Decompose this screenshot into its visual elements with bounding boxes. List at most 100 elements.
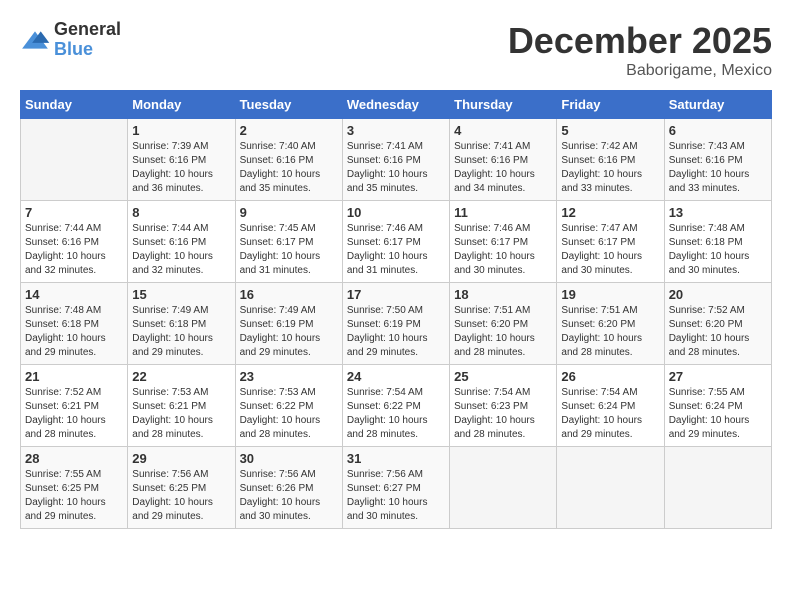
day-info: Sunrise: 7:55 AM Sunset: 6:25 PM Dayligh…: [25, 468, 123, 524]
day-number: 29: [132, 451, 230, 466]
logo-text-general: General: [54, 20, 121, 40]
day-info: Sunrise: 7:53 AM Sunset: 6:22 PM Dayligh…: [240, 386, 338, 442]
day-info: Sunrise: 7:56 AM Sunset: 6:27 PM Dayligh…: [347, 468, 445, 524]
day-number: 1: [132, 123, 230, 138]
calendar-cell: 15Sunrise: 7:49 AM Sunset: 6:18 PM Dayli…: [128, 283, 235, 365]
calendar-cell: [557, 447, 664, 529]
title-area: December 2025 Baborigame, Mexico: [508, 20, 772, 80]
day-info: Sunrise: 7:54 AM Sunset: 6:22 PM Dayligh…: [347, 386, 445, 442]
day-number: 21: [25, 369, 123, 384]
day-number: 17: [347, 287, 445, 302]
day-number: 3: [347, 123, 445, 138]
weekday-header: Thursday: [450, 91, 557, 119]
calendar-cell: 10 Sunrise: 7:46 AM Sunset: 6:17 PM Dayli…: [342, 201, 449, 283]
day-info: Sunrise: 7:43 AM Sunset: 6:16 PM Dayligh…: [669, 140, 767, 196]
day-info: Sunrise: 7:56 AM Sunset: 6:26 PM Dayligh…: [240, 468, 338, 524]
day-number: 25: [454, 369, 552, 384]
header: General Blue December 2025 Baborigame, M…: [20, 20, 772, 80]
day-number: 8: [132, 205, 230, 220]
day-info: Sunrise: 7:40 AM Sunset: 6:16 PM Dayligh…: [240, 140, 338, 196]
weekday-header: Tuesday: [235, 91, 342, 119]
day-number: 23: [240, 369, 338, 384]
weekday-header: Sunday: [21, 91, 128, 119]
day-info: Sunrise: 7:50 AM Sunset: 6:19 PM Dayligh…: [347, 304, 445, 360]
day-info: Sunrise: 7:55 AM Sunset: 6:24 PM Dayligh…: [669, 386, 767, 442]
location-title: Baborigame, Mexico: [508, 62, 772, 80]
day-info: Sunrise: 7:42 AM Sunset: 6:16 PM Dayligh…: [561, 140, 659, 196]
calendar-cell: 1 Sunrise: 7:39 AM Sunset: 6:16 PM Daylig…: [128, 119, 235, 201]
day-number: 26: [561, 369, 659, 384]
calendar-cell: [450, 447, 557, 529]
calendar-cell: 24 Sunrise: 7:54 AM Sunset: 6:22 PM Dayli…: [342, 365, 449, 447]
calendar-cell: 22 Sunrise: 7:53 AM Sunset: 6:21 PM Dayli…: [128, 365, 235, 447]
day-info: Sunrise: 7:51 AM Sunset: 6:20 PM Dayligh…: [561, 304, 659, 360]
day-info: Sunrise: 7:44 AM Sunset: 6:16 PM Dayligh…: [132, 222, 230, 278]
day-number: 2: [240, 123, 338, 138]
day-number: 14: [25, 287, 123, 302]
weekday-header: Monday: [128, 91, 235, 119]
day-number: 12: [561, 205, 659, 220]
day-info: Sunrise: 7:49 AM Sunset: 6:19 PM Dayligh…: [240, 304, 338, 360]
day-info: Sunrise: 7:53 AM Sunset: 6:21 PM Dayligh…: [132, 386, 230, 442]
day-number: 5: [561, 123, 659, 138]
day-number: 30: [240, 451, 338, 466]
day-info: Sunrise: 7:39 AM Sunset: 6:16 PM Dayligh…: [132, 140, 230, 196]
logo-icon: [20, 30, 50, 50]
calendar-cell: 3Sunrise: 7:41 AM Sunset: 6:16 PM Daylig…: [342, 119, 449, 201]
logo-text-blue: Blue: [54, 40, 121, 60]
day-info: Sunrise: 7:48 AM Sunset: 6:18 PM Dayligh…: [25, 304, 123, 360]
calendar-cell: 2 Sunrise: 7:40 AM Sunset: 6:16 PM Daylig…: [235, 119, 342, 201]
day-info: Sunrise: 7:48 AM Sunset: 6:18 PM Dayligh…: [669, 222, 767, 278]
calendar-cell: [21, 119, 128, 201]
day-info: Sunrise: 7:51 AM Sunset: 6:20 PM Dayligh…: [454, 304, 552, 360]
day-number: 24: [347, 369, 445, 384]
calendar-cell: 20Sunrise: 7:52 AM Sunset: 6:20 PM Dayli…: [664, 283, 771, 365]
day-number: 10: [347, 205, 445, 220]
day-number: 13: [669, 205, 767, 220]
calendar-cell: 27 Sunrise: 7:55 AM Sunset: 6:24 PM Dayli…: [664, 365, 771, 447]
calendar-cell: 8 Sunrise: 7:44 AM Sunset: 6:16 PM Daylig…: [128, 201, 235, 283]
day-number: 4: [454, 123, 552, 138]
calendar-cell: 29 Sunrise: 7:56 AM Sunset: 6:25 PM Dayli…: [128, 447, 235, 529]
logo: General Blue: [20, 20, 121, 60]
calendar-week-row: 28 Sunrise: 7:55 AM Sunset: 6:25 PM Dayli…: [21, 447, 772, 529]
calendar-cell: 21Sunrise: 7:52 AM Sunset: 6:21 PM Dayli…: [21, 365, 128, 447]
calendar-cell: 9 Sunrise: 7:45 AM Sunset: 6:17 PM Daylig…: [235, 201, 342, 283]
calendar-cell: 31 Sunrise: 7:56 AM Sunset: 6:27 PM Dayli…: [342, 447, 449, 529]
calendar-cell: 11Sunrise: 7:46 AM Sunset: 6:17 PM Dayli…: [450, 201, 557, 283]
day-info: Sunrise: 7:47 AM Sunset: 6:17 PM Dayligh…: [561, 222, 659, 278]
day-number: 27: [669, 369, 767, 384]
day-number: 28: [25, 451, 123, 466]
day-info: Sunrise: 7:49 AM Sunset: 6:18 PM Dayligh…: [132, 304, 230, 360]
day-number: 20: [669, 287, 767, 302]
weekday-header: Friday: [557, 91, 664, 119]
day-number: 16: [240, 287, 338, 302]
calendar-cell: 26 Sunrise: 7:54 AM Sunset: 6:24 PM Dayli…: [557, 365, 664, 447]
calendar-cell: 25Sunrise: 7:54 AM Sunset: 6:23 PM Dayli…: [450, 365, 557, 447]
calendar-cell: 16 Sunrise: 7:49 AM Sunset: 6:19 PM Dayli…: [235, 283, 342, 365]
calendar-cell: 28 Sunrise: 7:55 AM Sunset: 6:25 PM Dayli…: [21, 447, 128, 529]
calendar-cell: 5 Sunrise: 7:42 AM Sunset: 6:16 PM Daylig…: [557, 119, 664, 201]
calendar-cell: 13 Sunrise: 7:48 AM Sunset: 6:18 PM Dayli…: [664, 201, 771, 283]
calendar-cell: 23 Sunrise: 7:53 AM Sunset: 6:22 PM Dayli…: [235, 365, 342, 447]
calendar-cell: 12 Sunrise: 7:47 AM Sunset: 6:17 PM Dayli…: [557, 201, 664, 283]
day-number: 22: [132, 369, 230, 384]
calendar-cell: 7Sunrise: 7:44 AM Sunset: 6:16 PM Daylig…: [21, 201, 128, 283]
day-number: 19: [561, 287, 659, 302]
calendar-cell: 19 Sunrise: 7:51 AM Sunset: 6:20 PM Dayli…: [557, 283, 664, 365]
day-info: Sunrise: 7:45 AM Sunset: 6:17 PM Dayligh…: [240, 222, 338, 278]
calendar-table: SundayMondayTuesdayWednesdayThursdayFrid…: [20, 90, 772, 529]
calendar-cell: 30 Sunrise: 7:56 AM Sunset: 6:26 PM Dayli…: [235, 447, 342, 529]
day-number: 31: [347, 451, 445, 466]
month-title: December 2025: [508, 20, 772, 62]
day-info: Sunrise: 7:46 AM Sunset: 6:17 PM Dayligh…: [347, 222, 445, 278]
day-number: 9: [240, 205, 338, 220]
day-info: Sunrise: 7:54 AM Sunset: 6:24 PM Dayligh…: [561, 386, 659, 442]
day-info: Sunrise: 7:41 AM Sunset: 6:16 PM Dayligh…: [454, 140, 552, 196]
calendar-cell: 14 Sunrise: 7:48 AM Sunset: 6:18 PM Dayli…: [21, 283, 128, 365]
weekday-header: Saturday: [664, 91, 771, 119]
calendar-week-row: 7Sunrise: 7:44 AM Sunset: 6:16 PM Daylig…: [21, 201, 772, 283]
weekday-header-row: SundayMondayTuesdayWednesdayThursdayFrid…: [21, 91, 772, 119]
day-info: Sunrise: 7:56 AM Sunset: 6:25 PM Dayligh…: [132, 468, 230, 524]
calendar-week-row: 14 Sunrise: 7:48 AM Sunset: 6:18 PM Dayli…: [21, 283, 772, 365]
